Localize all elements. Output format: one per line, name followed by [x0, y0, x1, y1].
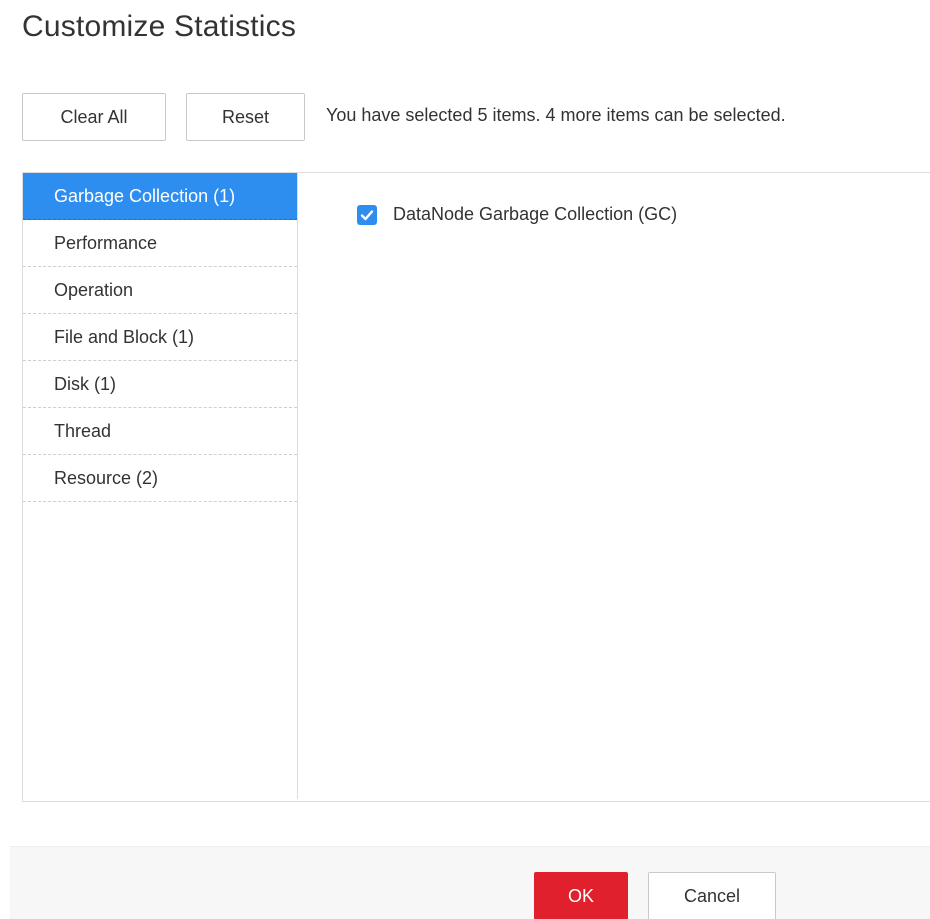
category-item-resource[interactable]: Resource (2) — [23, 455, 297, 502]
category-item-thread[interactable]: Thread — [23, 408, 297, 455]
selection-count-text: You have selected 5 items. 4 more items … — [326, 105, 786, 125]
metric-label: DataNode Garbage Collection (GC) — [393, 203, 678, 224]
ok-button[interactable]: OK — [534, 872, 628, 919]
metric-item[interactable]: DataNode Garbage Collection (GC) — [357, 203, 677, 225]
cancel-button[interactable]: Cancel — [648, 872, 776, 919]
dialog-title: Customize Statistics — [22, 10, 297, 43]
customize-statistics-dialog: Customize Statistics Clear All Reset You… — [0, 0, 930, 919]
clear-all-button[interactable]: Clear All — [22, 93, 166, 141]
category-item-file-and-block[interactable]: File and Block (1) — [23, 314, 297, 361]
category-item-performance[interactable]: Performance — [23, 220, 297, 267]
category-item-operation[interactable]: Operation — [23, 267, 297, 314]
toolbar: Clear All Reset — [22, 93, 305, 141]
category-item-disk[interactable]: Disk (1) — [23, 361, 297, 408]
checkmark-icon — [360, 210, 374, 221]
category-item-garbage-collection[interactable]: Garbage Collection (1) — [23, 173, 297, 220]
checkbox-checked[interactable] — [357, 205, 377, 225]
category-list: Garbage Collection (1) Performance Opera… — [23, 173, 298, 799]
reset-button[interactable]: Reset — [186, 93, 305, 141]
dialog-footer: OK Cancel — [10, 846, 930, 919]
statistics-panel: Garbage Collection (1) Performance Opera… — [22, 172, 930, 802]
